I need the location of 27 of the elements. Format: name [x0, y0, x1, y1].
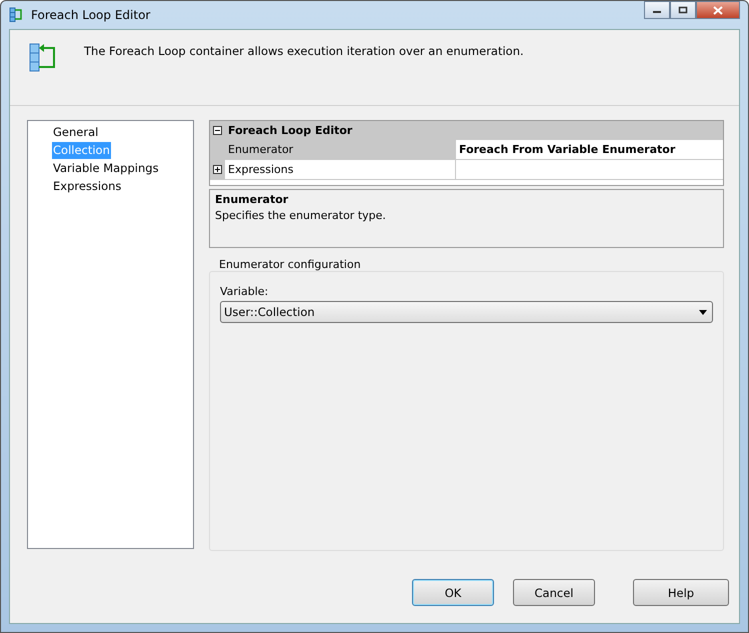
- close-icon: [713, 6, 723, 14]
- dialog-button[interactable]: OK: [412, 579, 494, 606]
- dropdown-arrow-icon: [699, 310, 707, 314]
- nav-item[interactable]: Expressions: [52, 178, 122, 195]
- nav-item[interactable]: Variable Mappings: [52, 160, 160, 177]
- expand-icon[interactable]: [213, 165, 222, 174]
- property-value[interactable]: Foreach From Variable Enumerator: [456, 140, 723, 159]
- dialog-button[interactable]: Help: [633, 579, 729, 606]
- nav-item[interactable]: General: [52, 124, 100, 141]
- maximize-icon: [678, 6, 688, 14]
- close-button[interactable]: [696, 1, 740, 19]
- description-title: Enumerator: [215, 193, 288, 206]
- property-name[interactable]: Enumerator: [225, 140, 456, 159]
- property-name[interactable]: Expressions: [225, 160, 456, 179]
- loop-icon: [28, 42, 58, 74]
- description-text: Specifies the enumerator type.: [215, 209, 386, 222]
- collapse-icon[interactable]: [213, 126, 222, 135]
- variable-dropdown[interactable]: User::Collection: [220, 301, 713, 323]
- dialog-button[interactable]: Cancel: [513, 579, 595, 606]
- window-title: Foreach Loop Editor: [31, 8, 150, 22]
- maximize-button[interactable]: [670, 1, 696, 19]
- group-title: Enumerator configuration: [217, 258, 363, 271]
- header-description: The Foreach Loop container allows execution iteration over an enumeration.: [84, 44, 524, 58]
- loop-icon: [9, 7, 23, 23]
- field-label: Variable:: [220, 285, 268, 298]
- minimize-button[interactable]: [644, 1, 670, 19]
- category-label: Foreach Loop Editor: [228, 124, 352, 137]
